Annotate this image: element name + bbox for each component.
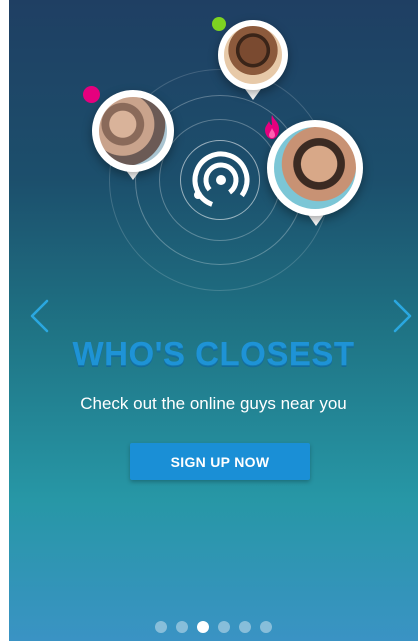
flame-icon (265, 115, 279, 139)
page-dot[interactable] (197, 621, 209, 633)
page-dot[interactable] (218, 621, 230, 633)
notification-dot (83, 86, 100, 103)
page-indicator (9, 621, 418, 635)
onboarding-subline: Check out the online guys near you (80, 394, 347, 413)
page-dot[interactable] (155, 621, 167, 633)
sign-up-button[interactable]: SIGN UP NOW (130, 443, 310, 480)
onboarding-headline: WHO'S CLOSEST (72, 335, 355, 372)
chevron-right-icon[interactable] (392, 298, 414, 334)
radar-logo-icon (192, 151, 250, 209)
avatar (99, 97, 167, 165)
onboarding-screen: WHO'S CLOSEST Check out the online guys … (9, 0, 418, 641)
avatar (274, 127, 356, 209)
page-dot[interactable] (239, 621, 251, 633)
chevron-left-icon[interactable] (28, 298, 50, 334)
online-status-dot (212, 17, 226, 31)
page-dot[interactable] (176, 621, 188, 633)
page-dot[interactable] (260, 621, 272, 633)
avatar (224, 26, 282, 84)
